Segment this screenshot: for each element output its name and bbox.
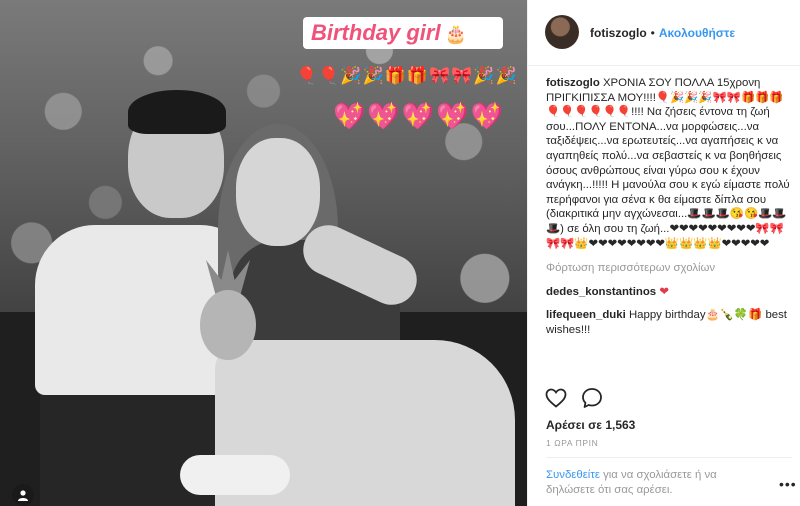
caption: fotiszoglo ΧΡΟΝΙΑ ΣΟΥ ΠΟΛΛΑ 15χρονη ΠΡΙΓ… [546,76,793,251]
post-photo[interactable]: Birthday girl 🎂 🎈🎈🎉🎉🎁🎁🎀🎀🎉🎉 💖💖💖💖💖 [0,0,527,506]
separator-dot: • [650,26,655,40]
avatar[interactable] [545,15,579,49]
user-icon[interactable] [12,484,34,506]
login-link[interactable]: Συνδεθείτε [546,469,600,481]
more-options-icon[interactable]: ••• [779,476,797,492]
cake-icon: 🎂 [444,24,467,44]
login-prompt: Συνδεθείτε για να σχολιάσετε ή να δηλώσε… [546,468,761,498]
comment-text: ❤ [659,285,669,298]
comment-icon[interactable] [580,386,604,410]
load-more-comments-link[interactable]: Φόρτωση περισσότερων σχολίων [546,261,793,276]
sneaker [180,455,290,495]
caption-author[interactable]: fotiszoglo [546,77,600,89]
hearts-sticker-row: 💖💖💖💖💖 [333,101,505,131]
action-bar [528,380,800,410]
comment-author[interactable]: dedes_konstantinos [546,286,656,298]
post-sidebar: fotiszoglo • Ακολουθήστε fotiszoglo ΧΡΟΝΙΑ… [527,0,800,506]
header-username[interactable]: fotiszoglo [590,26,647,40]
header-line: fotiszoglo • Ακολουθήστε [590,26,735,40]
birthday-girl-sticker: Birthday girl 🎂 [303,17,503,49]
comment-item: lifequeen_duki Happy birthday🎂🍾🍀🎁 best w… [546,308,793,337]
post-timestamp[interactable]: 1 ΩΡΑ ΠΡΙΝ [546,438,598,448]
pineapple-cup [200,290,256,360]
emoji-sticker-row: 🎈🎈🎉🎉🎁🎁🎀🎀🎉🎉 [296,66,518,85]
comments-list: fotiszoglo ΧΡΟΝΙΑ ΣΟΥ ΠΟΛΛΑ 15χρονη ΠΡΙΓ… [546,76,793,338]
heart-icon[interactable] [544,386,568,410]
post-header: fotiszoglo • Ακολουθήστε [528,0,800,66]
divider [546,457,792,458]
sticker-text: Birthday girl [311,20,441,45]
caption-text: ΧΡΟΝΙΑ ΣΟΥ ΠΟΛΛΑ 15χρονη ΠΡΙΓΚΙΠΙΣΣΑ ΜΟΥ… [546,77,790,250]
likes-count[interactable]: Αρέσει σε 1,563 [546,418,635,432]
follow-button[interactable]: Ακολουθήστε [659,26,735,40]
comment-author[interactable]: lifequeen_duki [546,309,626,321]
girl-face [236,138,320,246]
comment-item: dedes_konstantinos ❤ [546,285,793,300]
man-hair [128,90,226,134]
